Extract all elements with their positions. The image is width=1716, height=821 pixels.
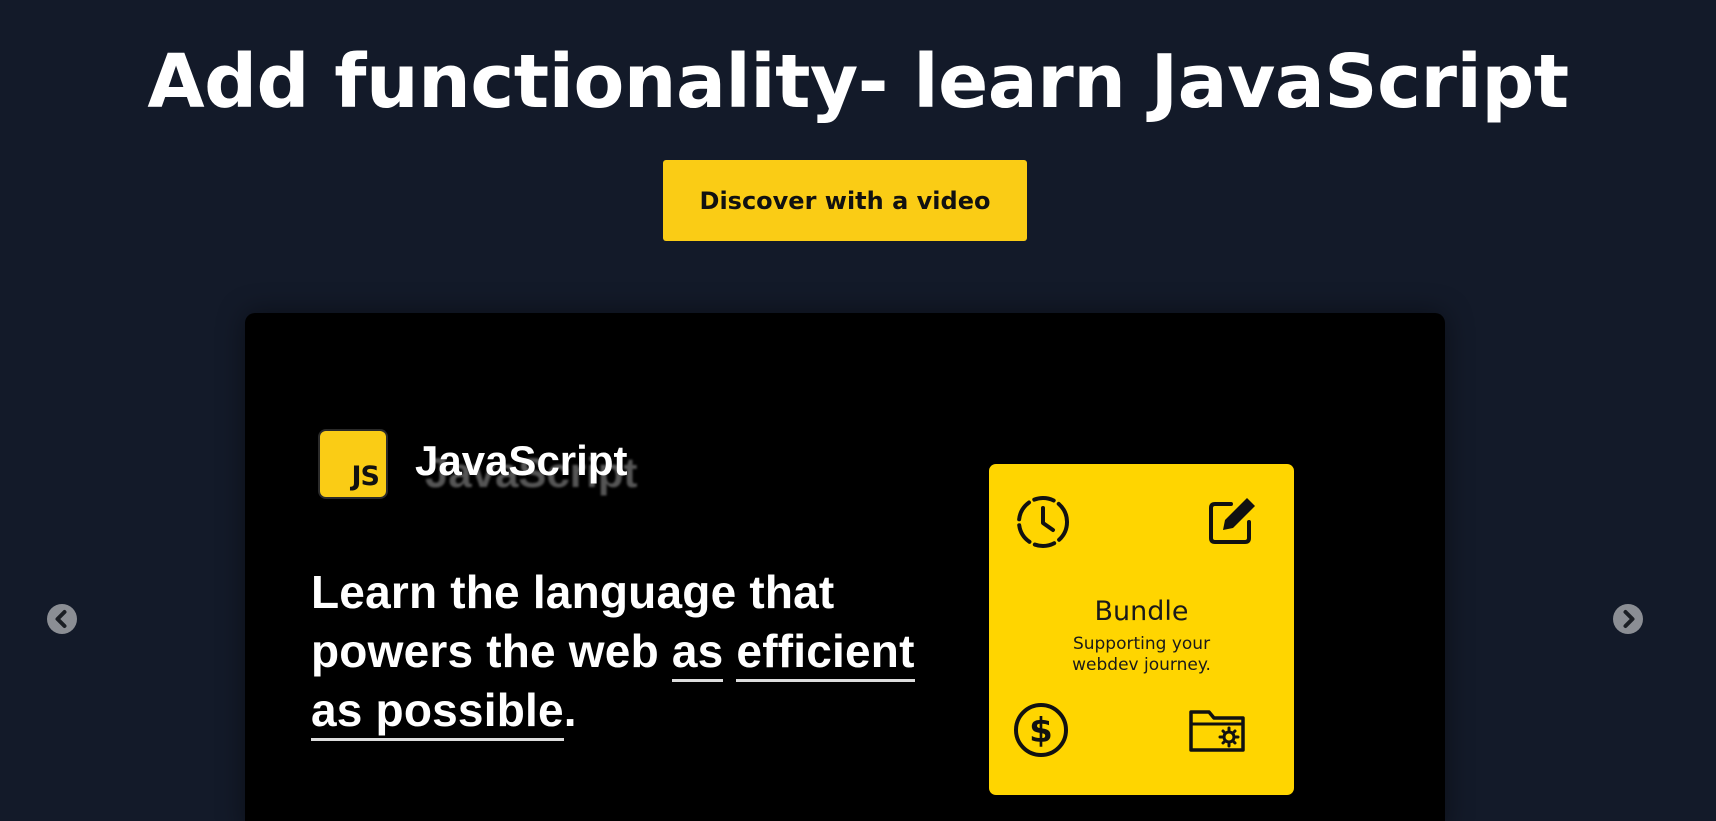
- carousel-next-button[interactable]: [1613, 604, 1643, 634]
- chevron-right-icon: [1623, 610, 1635, 628]
- tagline-period: .: [563, 684, 577, 736]
- logo-text: JS: [351, 461, 380, 492]
- bundle-subtitle: Supporting your webdev journey.: [1072, 634, 1211, 675]
- folder-settings-icon: [1187, 700, 1247, 760]
- brand-name: JavaScript: [415, 437, 628, 484]
- tagline-underlined-as: as: [671, 625, 724, 682]
- bundle-card: Bundle Supporting your webdev journey. $: [989, 464, 1294, 795]
- page: Add functionality- learn JavaScript Disc…: [0, 0, 1716, 821]
- edit-icon: [1201, 492, 1261, 552]
- dollar-icon: $: [1011, 700, 1071, 760]
- javascript-logo: JS: [320, 431, 386, 497]
- page-title: Add functionality- learn JavaScript: [147, 39, 1569, 125]
- clock-icon: [1013, 492, 1073, 552]
- svg-text:$: $: [1029, 711, 1053, 751]
- carousel-prev-button[interactable]: [47, 604, 77, 634]
- discover-video-button[interactable]: Discover with a video: [663, 160, 1027, 241]
- slide-tagline: Learn the language that powers the web a…: [311, 563, 951, 741]
- chevron-left-icon: [55, 610, 67, 628]
- bundle-title: Bundle: [1094, 596, 1189, 627]
- carousel-slide: JS JavaScript JavaScript Learn the langu…: [245, 313, 1445, 821]
